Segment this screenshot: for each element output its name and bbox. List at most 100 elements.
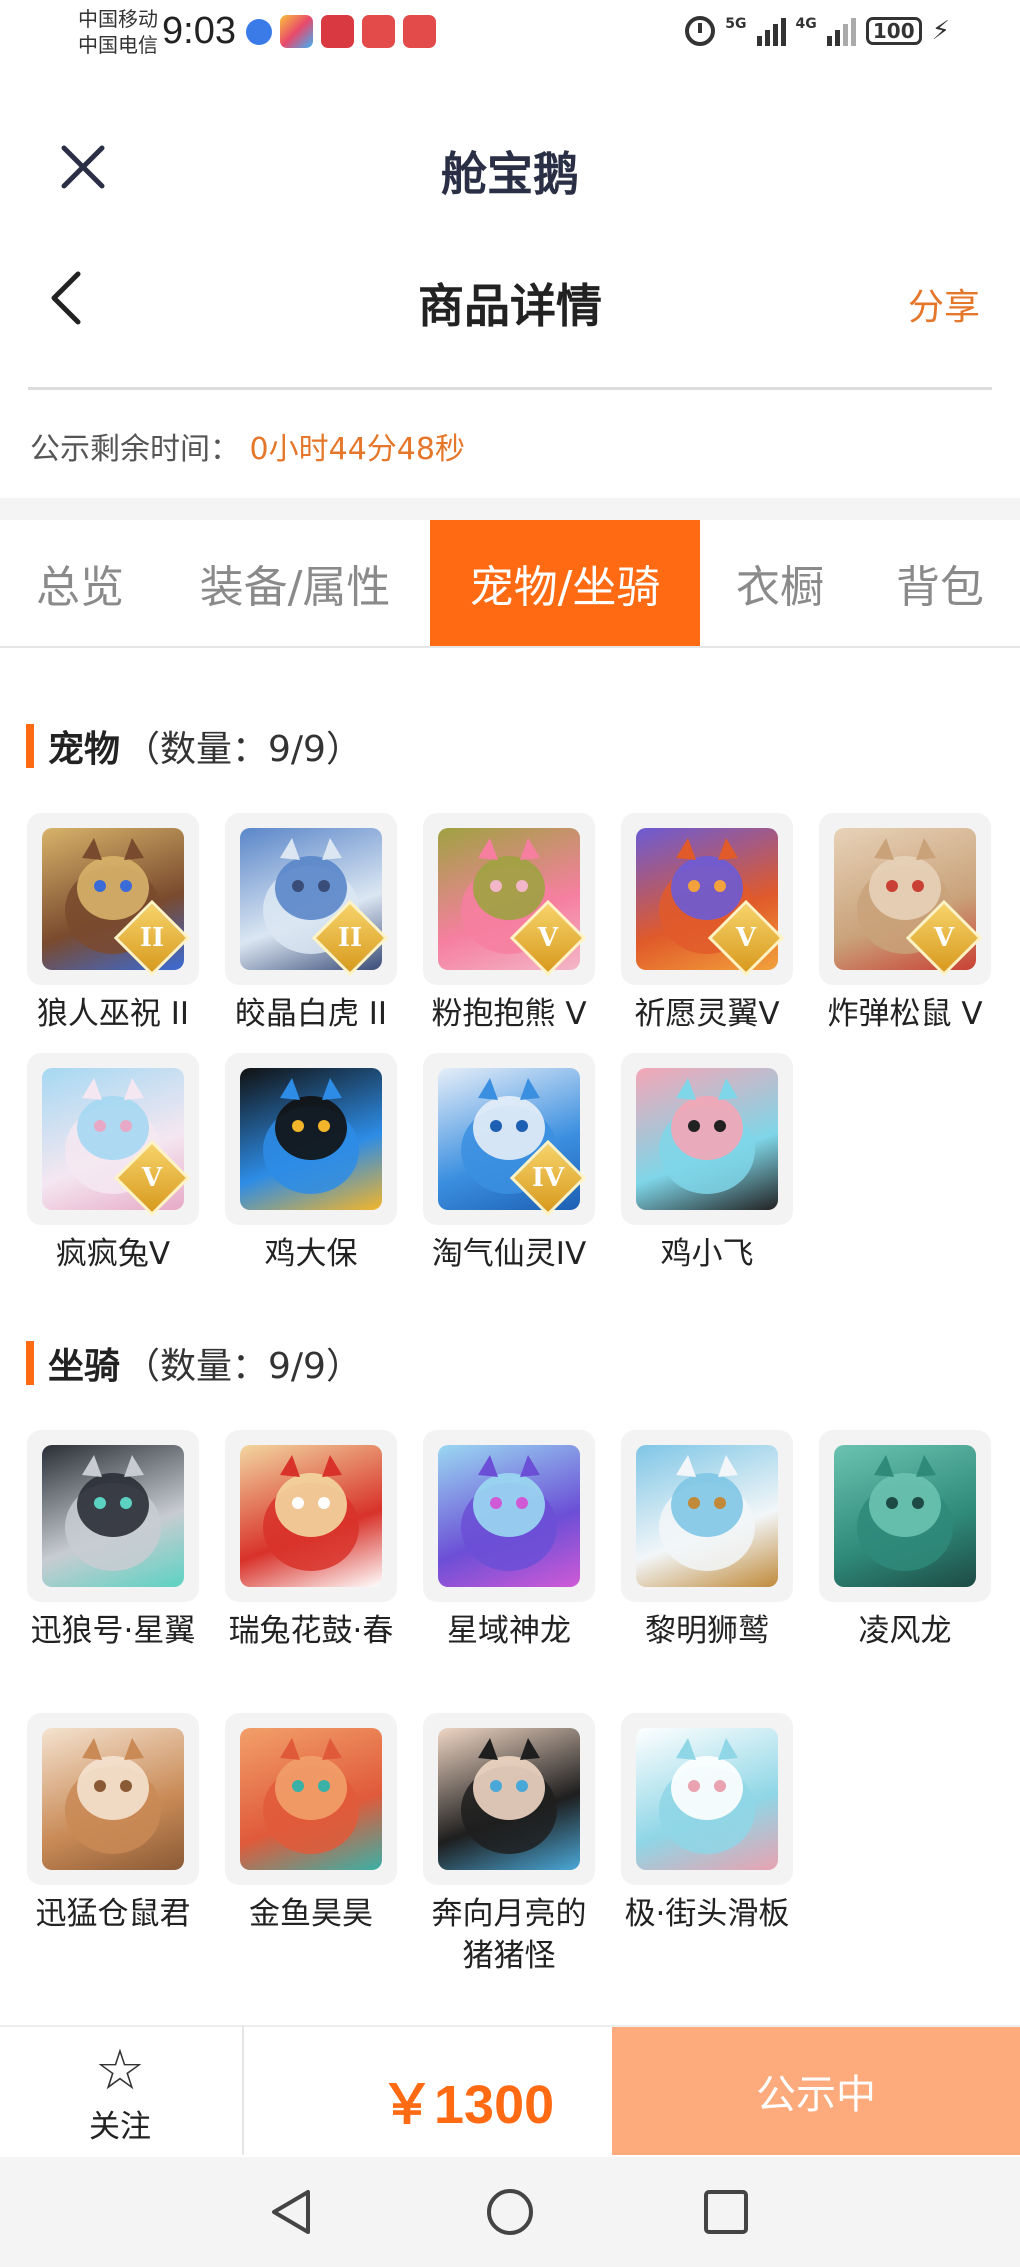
mount-image — [621, 1713, 793, 1885]
item-name: 疯疯兔V — [55, 1236, 171, 1272]
item-name: 金鱼昊昊 — [249, 1896, 373, 1932]
recent-apps-icon[interactable] — [700, 2186, 752, 2238]
item-name: 祈愿灵翼V — [634, 996, 780, 1032]
notification-icons — [246, 15, 436, 48]
home-icon[interactable] — [484, 2186, 536, 2238]
tier-badge-label: V — [537, 923, 559, 953]
pet-item[interactable]: IV 淘气仙灵IV — [423, 1053, 595, 1275]
pet-image — [225, 1053, 397, 1225]
price: ￥1300 — [380, 2075, 555, 2135]
section-marker — [26, 724, 34, 768]
pets-title: 宠物 — [48, 729, 121, 770]
pet-item[interactable]: II 狼人巫祝 II — [27, 813, 199, 1035]
item-artwork — [240, 1728, 382, 1870]
section-spacer — [0, 498, 1020, 520]
system-indicators: 5G 4G 100 ⚡ — [685, 16, 950, 46]
tab-pets-mounts[interactable]: 宠物/坐骑 — [430, 520, 700, 646]
mount-item[interactable]: 迅狼号·星翼 — [27, 1430, 199, 1652]
signal-icon — [756, 16, 786, 46]
item-artwork — [42, 1445, 184, 1587]
pet-image: II — [225, 813, 397, 985]
mount-image — [27, 1430, 199, 1602]
tier-badge-label: II — [139, 923, 165, 953]
app-colorful-icon — [280, 15, 313, 48]
pet-image: II — [27, 813, 199, 985]
follow-button[interactable]: ☆ 关注 — [0, 2025, 240, 2155]
mount-item[interactable]: 黎明狮鹫 — [621, 1430, 793, 1652]
item-name: 黎明狮鹫 — [645, 1613, 769, 1649]
header-divider — [28, 387, 992, 390]
pet-item[interactable]: V 疯疯兔V — [27, 1053, 199, 1275]
publicity-status-button[interactable]: 公示中 — [612, 2027, 1020, 2155]
pet-image: V — [423, 813, 595, 985]
pet-image: V — [621, 813, 793, 985]
pets-section-title: 宠物 （数量：9/9） — [26, 720, 362, 772]
app-huawei-icon — [403, 15, 436, 48]
tier-badge-label: V — [141, 1163, 163, 1193]
mount-image — [819, 1430, 991, 1602]
tab-equipment[interactable]: 装备/属性 — [160, 520, 430, 646]
mount-item[interactable]: 星域神龙 — [423, 1430, 595, 1652]
item-artwork — [42, 1728, 184, 1870]
follow-label: 关注 — [89, 2109, 151, 2145]
tier-badge-label: V — [933, 923, 955, 953]
pet-image: V — [27, 1053, 199, 1225]
app-book-icon — [321, 15, 354, 48]
item-name: 极·街头滑板 — [624, 1896, 790, 1932]
item-name: 粉抱抱熊 V — [431, 996, 587, 1032]
tab-bag[interactable]: 背包 — [860, 520, 1020, 646]
mounts-title: 坐骑 — [48, 1346, 121, 1387]
item-name: 淘气仙灵IV — [431, 1236, 587, 1272]
network-2-label: 4G — [795, 16, 817, 32]
tier-badge-label: II — [337, 923, 363, 953]
mount-item[interactable]: 迅猛仓鼠君 — [27, 1713, 199, 1935]
mount-item[interactable]: 奔向月亮的猪猪怪 — [423, 1713, 595, 1977]
tier-badge-label: IV — [531, 1163, 565, 1193]
mount-image — [225, 1430, 397, 1602]
app-huawei-icon — [362, 15, 395, 48]
mount-image — [423, 1713, 595, 1885]
pet-item[interactable]: V 炸弹松鼠 V — [819, 813, 991, 1035]
item-name: 狼人巫祝 II — [36, 996, 190, 1032]
item-artwork — [636, 1068, 778, 1210]
mount-image — [621, 1430, 793, 1602]
page-title: 商品详情 — [418, 279, 602, 333]
tab-wardrobe[interactable]: 衣橱 — [700, 520, 860, 646]
back-icon[interactable] — [266, 2186, 318, 2238]
item-name: 迅狼号·星翼 — [30, 1613, 196, 1649]
network-1-label: 5G — [725, 16, 747, 32]
charging-icon: ⚡ — [931, 16, 950, 46]
pet-item[interactable]: II 皎晶白虎 II — [225, 813, 397, 1035]
item-name: 奔向月亮的猪猪怪 — [431, 1896, 587, 1974]
app-shield-icon — [246, 19, 272, 45]
item-name: 凌风龙 — [858, 1613, 952, 1649]
item-name: 瑞兔花鼓·春 — [228, 1613, 394, 1649]
pet-item[interactable]: 鸡大保 — [225, 1053, 397, 1275]
star-icon: ☆ — [94, 2038, 146, 2103]
item-artwork — [240, 1445, 382, 1587]
share-button[interactable]: 分享 — [908, 278, 980, 330]
pet-item[interactable]: 鸡小飞 — [621, 1053, 793, 1275]
carrier-info: 中国移动 中国电信 — [78, 6, 158, 58]
item-name: 皎晶白虎 II — [234, 996, 388, 1032]
divider — [242, 2025, 244, 2155]
app-title: 舱宝鹅 — [441, 147, 579, 201]
countdown-value: 0小时44分48秒 — [249, 432, 465, 467]
signal-icon — [826, 16, 856, 46]
pet-item[interactable]: V 粉抱抱熊 V — [423, 813, 595, 1035]
carrier-2: 中国电信 — [78, 33, 158, 57]
mount-item[interactable]: 凌风龙 — [819, 1430, 991, 1652]
mount-image — [27, 1713, 199, 1885]
mount-item[interactable]: 金鱼昊昊 — [225, 1713, 397, 1935]
mount-item[interactable]: 瑞兔花鼓·春 — [225, 1430, 397, 1652]
item-name: 鸡大保 — [264, 1236, 358, 1272]
mounts-count: （数量：9/9） — [124, 1346, 362, 1387]
item-name: 鸡小飞 — [660, 1236, 754, 1272]
pet-item[interactable]: V 祈愿灵翼V — [621, 813, 793, 1035]
status-bar: 中国移动 中国电信 9:03 5G 4G 100 ⚡ — [0, 0, 1020, 68]
mount-item[interactable]: 极·街头滑板 — [621, 1713, 793, 1935]
pet-image — [621, 1053, 793, 1225]
carrier-1: 中国移动 — [78, 7, 158, 31]
tab-overview[interactable]: 总览 — [0, 520, 160, 646]
item-artwork — [438, 1445, 580, 1587]
